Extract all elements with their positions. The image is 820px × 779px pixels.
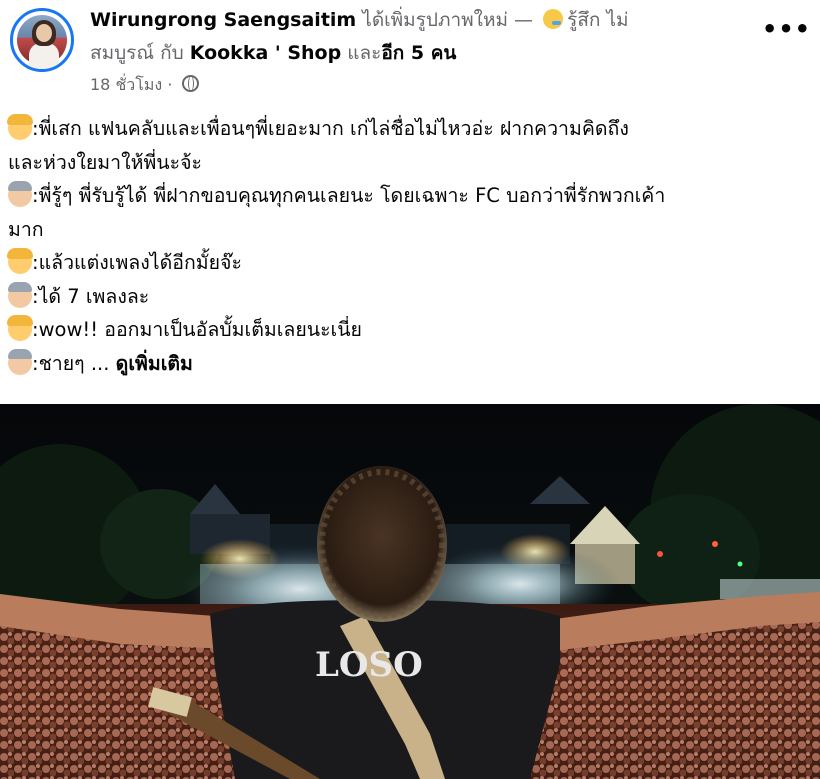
woman-emoji-icon bbox=[7, 114, 33, 140]
author-name[interactable]: Wirungrong Saengsaitim bbox=[90, 9, 356, 31]
post-line-text: :แล้วแต่งเพลงได้อีกมั้ยจ๊ะ bbox=[32, 251, 242, 274]
post-line: :ชายๆ ... ดูเพิ่มเติม bbox=[8, 347, 808, 381]
globe-icon[interactable] bbox=[181, 75, 199, 92]
post-line-text: :พี่เสก แฟนคลับและเพื่อนๆพี่เยอะมาก เก่ไ… bbox=[32, 117, 629, 140]
post-header-line-2: สมบูรณ์ กับ Kookka ' Shop และอีก 5 คน bbox=[90, 40, 456, 66]
post-timestamp[interactable]: 18 ชั่วโมง bbox=[90, 75, 162, 94]
tagged-others-link[interactable]: อีก 5 คน bbox=[381, 42, 456, 64]
and-word: และ bbox=[347, 42, 382, 64]
man-emoji-icon bbox=[8, 181, 32, 207]
post-line: :พี่เสก แฟนคลับและเพื่อนๆพี่เยอะมาก เก่ไ… bbox=[7, 112, 808, 146]
post-line: และห่วงใยมาให้พี่นะจ้ะ bbox=[8, 146, 808, 180]
post-line-text: :ชายๆ ... bbox=[32, 351, 110, 375]
post-line: มาก bbox=[8, 213, 808, 247]
post-photo[interactable]: LOSO bbox=[0, 404, 820, 779]
shirt-text: LOSO bbox=[315, 645, 423, 685]
sad-face-emoji-icon bbox=[543, 9, 564, 29]
feeling-text-cont: สมบูรณ์ bbox=[90, 42, 155, 64]
post-body: :พี่เสก แฟนคลับและเพื่อนๆพี่เยอะมาก เก่ไ… bbox=[7, 112, 808, 381]
tagged-page-link[interactable]: Kookka ' Shop bbox=[190, 42, 342, 64]
post-line-text: :ได้ 7 เพลงละ bbox=[32, 284, 150, 308]
post-line: :แล้วแต่งเพลงได้อีกมั้ยจ๊ะ bbox=[7, 246, 808, 280]
with-word: กับ bbox=[160, 42, 184, 64]
post-line: :wow!! ออกมาเป็นอัลบั้มเต็มเลยนะเนี่ย bbox=[7, 313, 808, 347]
meta-separator: · bbox=[167, 75, 173, 94]
man-emoji-icon bbox=[8, 281, 32, 308]
avatar-photo bbox=[17, 15, 67, 69]
post-line-text: มาก bbox=[8, 217, 44, 241]
feeling-text: รู้สึก ไม่ bbox=[567, 9, 629, 31]
concert-photo: LOSO bbox=[0, 404, 820, 779]
post-meta: 18 ชั่วโมง · bbox=[90, 74, 199, 96]
post-line-text: และห่วงใยมาให้พี่นะจ้ะ bbox=[8, 150, 203, 174]
post-header-line-1: Wirungrong Saengsaitim ได้เพิ่มรูปภาพใหม… bbox=[90, 7, 629, 33]
more-options-button[interactable]: ••• bbox=[762, 17, 810, 46]
post-line-text: :wow!! ออกมาเป็นอัลบั้มเต็มเลยนะเนี่ย bbox=[32, 318, 362, 341]
man-emoji-icon bbox=[8, 348, 32, 375]
post-line: :ได้ 7 เพลงละ bbox=[8, 280, 808, 314]
post-action: ได้เพิ่มรูปภาพใหม่ — bbox=[362, 9, 534, 31]
woman-emoji-icon bbox=[7, 248, 33, 274]
post-line-text: :พี่รู้ๆ พี่รับรู้ได้ พี่ฝากขอบคุณทุกคนเ… bbox=[32, 184, 666, 207]
see-more-link[interactable]: ดูเพิ่มเติม bbox=[116, 352, 193, 375]
post-line: :พี่รู้ๆ พี่รับรู้ได้ พี่ฝากขอบคุณทุกคนเ… bbox=[8, 179, 808, 213]
woman-emoji-icon bbox=[7, 315, 33, 341]
profile-avatar[interactable] bbox=[10, 8, 74, 72]
